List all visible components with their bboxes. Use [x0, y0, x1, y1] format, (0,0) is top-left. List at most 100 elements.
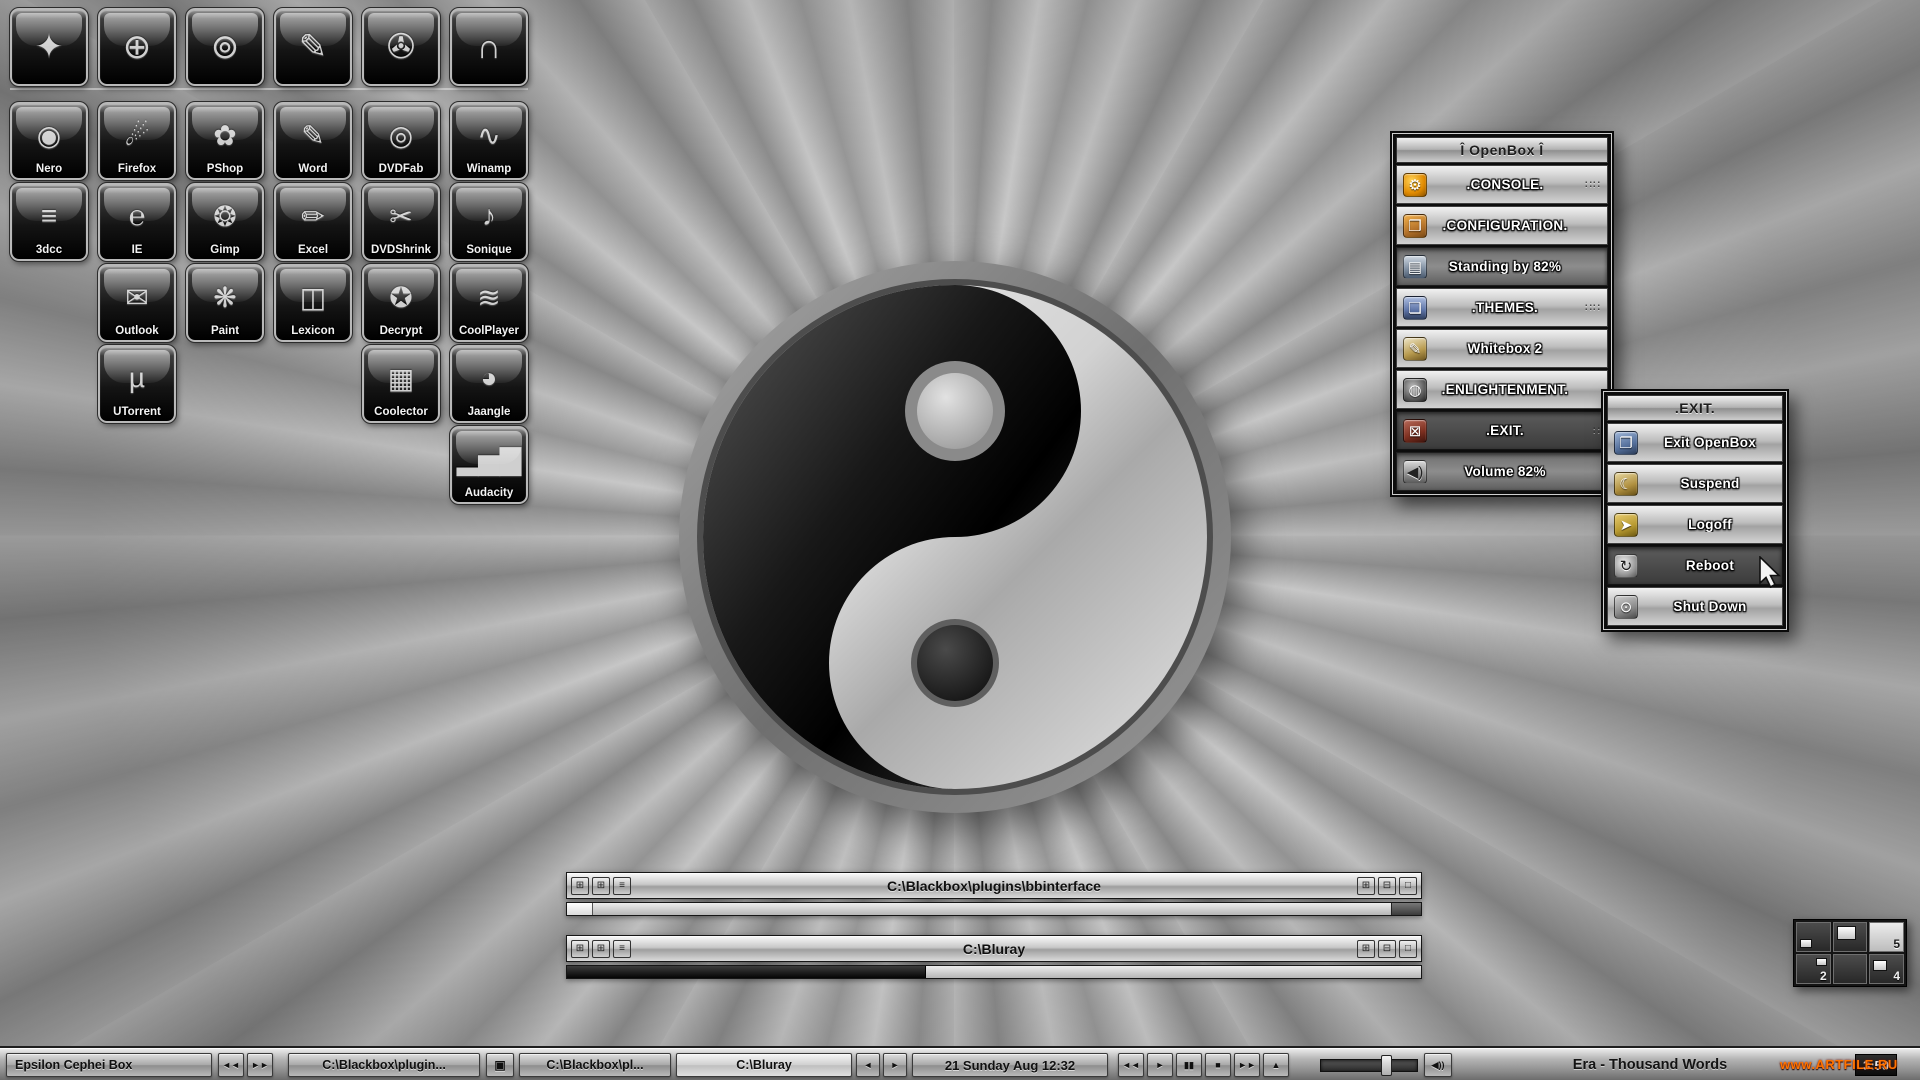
workspace-next-button[interactable]: ►► — [247, 1053, 273, 1077]
dock-app-nero[interactable]: ◉ Nero — [9, 101, 89, 181]
menu-item-whitebox2[interactable]: ✎ Whitebox 2 — [1396, 329, 1608, 368]
dock-icon-launcher[interactable]: ✦ — [9, 7, 89, 87]
dock-app-decrypt[interactable]: ✪ Decrypt — [361, 263, 441, 343]
exit-item-reboot[interactable]: ↻ Reboot — [1607, 546, 1783, 585]
dock-app-pshop[interactable]: ✿ PShop — [185, 101, 265, 181]
dock-app-winamp[interactable]: ∿ Winamp — [449, 101, 529, 181]
pager-cell-2[interactable] — [1832, 922, 1868, 952]
openbox-menu-title[interactable]: Î OpenBox Î — [1396, 137, 1608, 163]
app-label: Winamp — [466, 163, 512, 175]
task-blackbox[interactable]: C:\Blackbox\pl... — [519, 1053, 671, 1077]
openbox-menu: Î OpenBox Î ⚙ .CONSOLE. ∷∷ ❒ .CONFIGURAT… — [1390, 131, 1614, 497]
eject-button[interactable]: ▲ — [1263, 1053, 1289, 1077]
dock-app-outlook[interactable]: ✉ Outlook — [97, 263, 177, 343]
task-scroll-left-button[interactable]: ◄ — [856, 1053, 880, 1077]
slider-cap — [1391, 903, 1421, 915]
menu-item-configuration[interactable]: ❒ .CONFIGURATION. — [1396, 206, 1608, 245]
exit-item-exit-openbox[interactable]: ❐ Exit OpenBox — [1607, 423, 1783, 462]
pager-cell-3[interactable]: 5 — [1869, 922, 1904, 952]
win-close-button[interactable]: □ — [1399, 876, 1417, 895]
submenu-indicator-icon: ∷∷ — [1585, 302, 1601, 314]
menu-item-standing-by[interactable]: ▤ Standing by 82% — [1396, 247, 1608, 286]
dock-icon-notepad[interactable]: ✎ — [273, 7, 353, 87]
forward-button[interactable]: ►► — [1234, 1053, 1260, 1077]
win-shade-button[interactable]: ⊞ — [592, 876, 610, 895]
dock-icon-headphones[interactable]: ∩ — [449, 7, 529, 87]
pager-cell-6[interactable]: 4 — [1869, 954, 1904, 984]
win-shade-button[interactable]: ⊞ — [592, 939, 610, 958]
menu-item-themes[interactable]: ❏ .THEMES. ∷∷ — [1396, 288, 1608, 327]
dock-app-3dcc[interactable]: ≡ 3dcc — [9, 182, 89, 262]
win-menu-button[interactable]: ≡ — [613, 939, 631, 958]
workspace-prev-button[interactable]: ◄◄ — [218, 1053, 244, 1077]
dock-app-excel[interactable]: ✏ Excel — [273, 182, 353, 262]
menu-item-console[interactable]: ⚙ .CONSOLE. ∷∷ — [1396, 165, 1608, 204]
dock-app-paint[interactable]: ❋ Paint — [185, 263, 265, 343]
win-sticky-button[interactable]: ⊞ — [571, 939, 589, 958]
menu-item-label: Exit OpenBox — [1663, 435, 1757, 450]
titlebar[interactable]: ⊞ ⊞ ≡ C:\Blackbox\plugins\bbinterface ⊞ … — [566, 872, 1422, 899]
menu-item-label: .THEMES. — [1471, 300, 1539, 315]
dock-app-coolplayer[interactable]: ≋ CoolPlayer — [449, 263, 529, 343]
workspace-label[interactable]: Epsilon Cephei Box — [6, 1053, 212, 1077]
win-minimize-button[interactable]: ⊞ — [1357, 876, 1375, 895]
gimp-icon: ❂ — [213, 200, 237, 232]
menu-item-label: Volume 82% — [1464, 464, 1546, 479]
menu-item-exit[interactable]: ⊠ .EXIT. ∷ — [1396, 411, 1608, 450]
app-label: IE — [131, 244, 143, 256]
key-icon: ➤ — [1614, 512, 1638, 537]
video-camera-icon: ✇ — [386, 28, 416, 66]
win-maximize-button[interactable]: ⊟ — [1378, 939, 1396, 958]
dock-app-lexicon[interactable]: ◫ Lexicon — [273, 263, 353, 343]
app-label: DVDFab — [378, 163, 424, 175]
task-bluray-active[interactable]: C:\Bluray — [676, 1053, 852, 1077]
dock-app-coolector[interactable]: ▦ Coolector — [361, 344, 441, 424]
dock-app-ie[interactable]: ℮ IE — [97, 182, 177, 262]
firefox-icon: ☄ — [124, 119, 150, 151]
win-minimize-button[interactable]: ⊞ — [1357, 939, 1375, 958]
exit-icon: ⊠ — [1403, 418, 1427, 443]
bluray-progressbar[interactable] — [566, 965, 1422, 979]
dock-app-jaangle[interactable]: ◕ Jaangle — [449, 344, 529, 424]
win-menu-button[interactable]: ≡ — [613, 876, 631, 895]
exit-item-logoff[interactable]: ➤ Logoff — [1607, 505, 1783, 544]
dock-icon-robot[interactable]: ⊚ — [185, 7, 265, 87]
exit-submenu-title[interactable]: .EXIT. — [1607, 395, 1783, 421]
dock-app-firefox[interactable]: ☄ Firefox — [97, 101, 177, 181]
volume-slider[interactable] — [1320, 1055, 1418, 1076]
titlebar[interactable]: ⊞ ⊞ ≡ C:\Bluray ⊞ ⊟ □ — [566, 935, 1422, 962]
menu-item-enlightenment[interactable]: ◍ .ENLIGHTENMENT. — [1396, 370, 1608, 409]
task-bbinterface[interactable]: C:\Blackbox\plugin... — [288, 1053, 480, 1077]
dock-app-sonique[interactable]: ♪ Sonique — [449, 182, 529, 262]
play-button[interactable]: ► — [1147, 1053, 1173, 1077]
pager-cell-5[interactable] — [1832, 954, 1868, 984]
task-scroll-right-button[interactable]: ► — [883, 1053, 907, 1077]
task-icon-button[interactable]: ▣ — [486, 1053, 514, 1077]
dock-app-gimp[interactable]: ❂ Gimp — [185, 182, 265, 262]
pager-cell-1[interactable] — [1796, 922, 1831, 952]
menu-item-volume[interactable]: ◀) Volume 82% — [1396, 452, 1608, 491]
dock-app-dvdshrink[interactable]: ✂ DVDShrink — [361, 182, 441, 262]
bbinterface-slider[interactable] — [566, 902, 1422, 916]
win-close-button[interactable]: □ — [1399, 939, 1417, 958]
pager-window — [1873, 960, 1888, 971]
sonique-icon: ♪ — [482, 200, 496, 231]
dock-icon-video-camera[interactable]: ✇ — [361, 7, 441, 87]
stop-button[interactable]: ■ — [1205, 1053, 1231, 1077]
exit-item-shutdown[interactable]: ⊙ Shut Down — [1607, 587, 1783, 626]
volume-slider-handle[interactable] — [1380, 1055, 1392, 1076]
pager-cell-4[interactable]: 2 — [1796, 954, 1831, 984]
rewind-button[interactable]: ◄◄ — [1118, 1053, 1144, 1077]
exit-item-suspend[interactable]: ☾ Suspend — [1607, 464, 1783, 503]
pshop-icon: ✿ — [213, 119, 237, 151]
win-maximize-button[interactable]: ⊟ — [1378, 876, 1396, 895]
dock-app-utorrent[interactable]: µ UTorrent — [97, 344, 177, 424]
dock-app-audacity[interactable]: ▂▅▇ Audacity — [449, 425, 529, 505]
win-sticky-button[interactable]: ⊞ — [571, 876, 589, 895]
dock-icon-web-globe[interactable]: ⊕ — [97, 7, 177, 87]
speaker-button[interactable]: ◀)) — [1424, 1053, 1452, 1077]
dock-app-word[interactable]: ✎ Word — [273, 101, 353, 181]
desktop[interactable]: ✦ ⊕ ⊚ ✎ ✇ ∩ ◉ Nero ≡ 3dcc ☄ Firefox ℮ IE ✉ Ou… — [0, 0, 1920, 1080]
dock-app-dvdfab[interactable]: ◎ DVDFab — [361, 101, 441, 181]
pause-button[interactable]: ▮▮ — [1176, 1053, 1202, 1077]
